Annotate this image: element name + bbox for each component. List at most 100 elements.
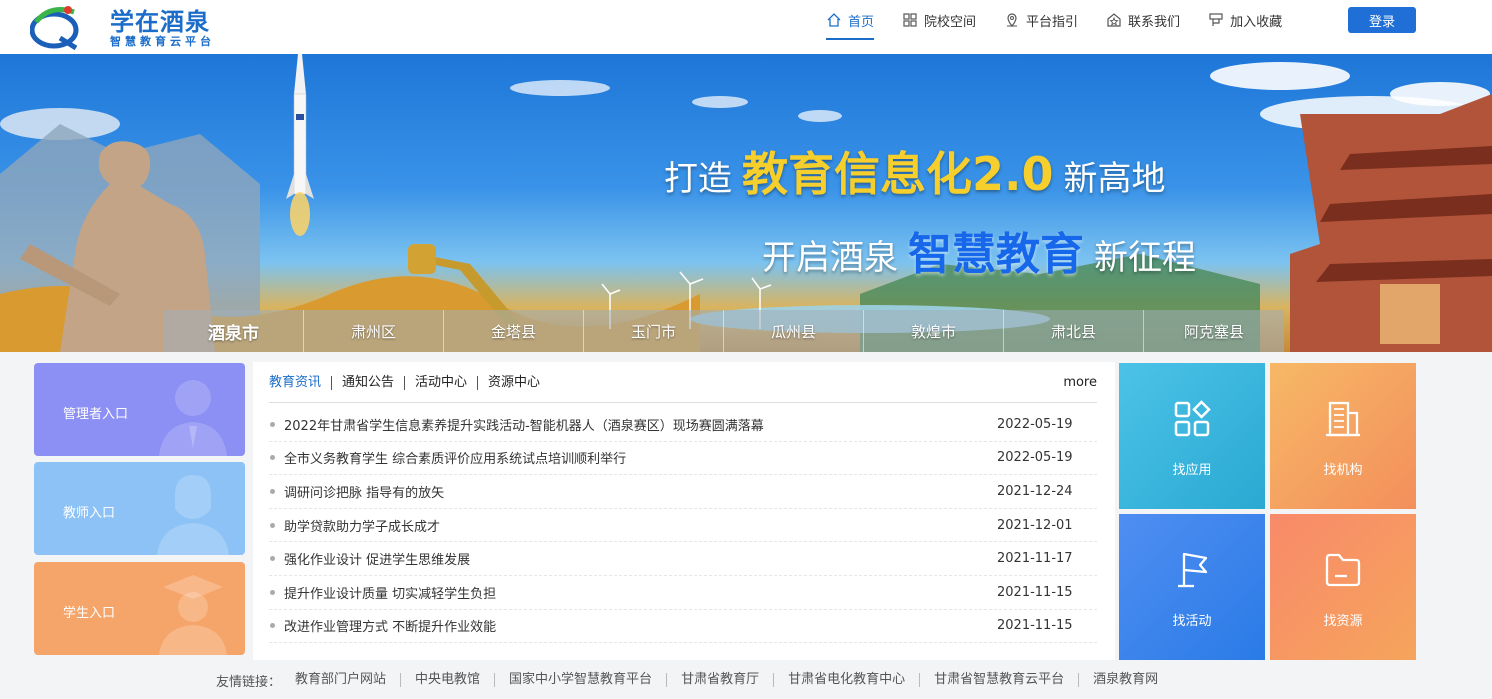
news-tabs: 教育资讯 通知公告 活动中心 资源中心 — [269, 376, 550, 390]
nav-item-label: 院校空间 — [924, 14, 977, 30]
district-subei[interactable]: 肃北县 — [1004, 310, 1144, 352]
bullet-icon — [270, 522, 275, 528]
news-item[interactable]: 2022年甘肃省学生信息素养提升实践活动-智能机器人（酒泉赛区）现场赛圆满落幕 2… — [269, 408, 1097, 442]
nav-item-contact[interactable]: 联系我们 — [1106, 2, 1180, 40]
district-bar: 酒泉市 肃州区 金塔县 玉门市 瓜州县 敦煌市 肃北县 阿克塞县 — [164, 310, 1284, 352]
manager-silhouette-icon — [159, 380, 227, 456]
news-date: 2022-05-19 — [997, 450, 1073, 466]
link-moe-portal[interactable]: 教育部门户网站 — [295, 673, 400, 687]
news-title: 2022年甘肃省学生信息素养提升实践活动-智能机器人（酒泉赛区）现场赛圆满落幕 — [284, 418, 764, 434]
tab-activity-center[interactable]: 活动中心 — [404, 376, 477, 390]
district-akesai[interactable]: 阿克塞县 — [1144, 310, 1284, 352]
flag-icon — [1178, 552, 1208, 588]
building-icon — [1326, 401, 1360, 437]
student-entry-button[interactable]: 学生入口 — [34, 562, 245, 655]
link-jiuquan-edu[interactable]: 酒泉教育网 — [1078, 673, 1172, 687]
news-item[interactable]: 提升作业设计质量 切实减轻学生负担 2021-11-15 — [269, 576, 1097, 610]
bullet-icon — [270, 455, 275, 461]
find-institution-label: 找机构 — [1323, 463, 1363, 478]
slogan1-pre: 打造 — [664, 159, 732, 199]
link-national-smart-edu[interactable]: 国家中小学智慧教育平台 — [494, 673, 666, 687]
link-gansu-edu-dept[interactable]: 甘肃省教育厅 — [666, 673, 773, 687]
banner-slogan-line1: 打造 教育信息化2.0 新高地 — [664, 138, 1166, 204]
folder-icon — [1325, 553, 1361, 587]
brand-title: 学在酒泉 — [110, 8, 210, 36]
district-jiuquan[interactable]: 酒泉市 — [164, 310, 304, 352]
slogan2-pre: 开启酒泉 — [762, 238, 898, 278]
district-suzhou[interactable]: 肃州区 — [304, 310, 444, 352]
tab-notices[interactable]: 通知公告 — [331, 376, 404, 390]
link-central-eduvision[interactable]: 中央电教馆 — [400, 673, 494, 687]
district-jinta[interactable]: 金塔县 — [444, 310, 584, 352]
nav-item-guide[interactable]: 平台指引 — [1004, 2, 1078, 40]
banner-slogan-line2: 开启酒泉 智慧教育 新征程 — [762, 218, 1196, 282]
news-date: 2021-11-15 — [997, 584, 1073, 600]
find-apps-label: 找应用 — [1172, 463, 1212, 478]
news-title: 改进作业管理方式 不断提升作业效能 — [284, 620, 497, 636]
news-title: 提升作业设计质量 切实减轻学生负担 — [284, 586, 497, 602]
nav-item-label: 首页 — [848, 14, 875, 30]
tab-resource-center[interactable]: 资源中心 — [477, 376, 550, 390]
nav-item-home[interactable]: 首页 — [826, 2, 875, 40]
bullet-icon — [270, 421, 275, 427]
news-list: 2022年甘肃省学生信息素养提升实践活动-智能机器人（酒泉赛区）现场赛圆满落幕 2… — [269, 408, 1097, 644]
location-icon — [1007, 13, 1018, 27]
district-dunhuang[interactable]: 敦煌市 — [864, 310, 1004, 352]
news-date: 2021-11-15 — [997, 618, 1073, 634]
friend-links-label: 友情链接： — [216, 674, 282, 690]
district-guazhou[interactable]: 瓜州县 — [724, 310, 864, 352]
nav-item-campus-space[interactable]: 院校空间 — [902, 2, 976, 40]
manager-entry-button[interactable]: 管理者入口 — [34, 363, 245, 456]
login-button[interactable]: 登录 — [1348, 7, 1416, 33]
news-date: 2021-11-17 — [997, 551, 1073, 567]
teacher-silhouette-icon — [157, 475, 229, 555]
brand-subtitle: 智慧教育云平台 — [110, 35, 215, 48]
bullet-icon — [270, 556, 275, 562]
grid-icon — [903, 13, 917, 27]
news-item[interactable]: 全市义务教育学生 综合素质评价应用系统试点培训顺利举行 2022-05-19 — [269, 442, 1097, 476]
news-item[interactable]: 调研问诊把脉 指导有的放矢 2021-12-24 — [269, 475, 1097, 509]
news-item[interactable]: 强化作业设计 促进学生思维发展 2021-11-17 — [269, 542, 1097, 576]
news-title: 调研问诊把脉 指导有的放矢 — [284, 485, 445, 501]
more-link[interactable]: more — [1063, 375, 1097, 390]
student-entry-label: 学生入口 — [63, 606, 116, 621]
find-institution-tile[interactable]: 找机构 — [1270, 363, 1416, 509]
nav-item-label: 平台指引 — [1026, 14, 1079, 30]
district-yumen[interactable]: 玉门市 — [584, 310, 724, 352]
apps-icon — [1174, 400, 1211, 437]
bullet-icon — [270, 488, 275, 494]
slogan1-post: 新高地 — [1063, 159, 1166, 199]
find-activity-tile[interactable]: 找活动 — [1119, 514, 1265, 660]
news-date: 2021-12-24 — [997, 483, 1073, 499]
friend-links: 友情链接： 教育部门户网站 中央电教馆 国家中小学智慧教育平台 甘肃省教育厅 甘… — [216, 670, 1172, 690]
manager-entry-label: 管理者入口 — [63, 407, 129, 422]
news-date: 2022-05-19 — [997, 416, 1073, 432]
news-item[interactable]: 改进作业管理方式 不断提升作业效能 2021-11-15 — [269, 610, 1097, 644]
nav-item-label: 加入收藏 — [1230, 14, 1283, 30]
news-panel: 教育资讯 通知公告 活动中心 资源中心 more 2022年甘肃省学生信息素养提… — [253, 362, 1115, 660]
news-title: 助学贷款助力学子成长成才 — [284, 519, 441, 535]
header: 学在酒泉 智慧教育云平台 首页 院校空间 平台指引 联系我们 加入收藏 登录 — [0, 0, 1492, 54]
find-activity-label: 找活动 — [1172, 614, 1212, 629]
find-apps-tile[interactable]: 找应用 — [1119, 363, 1265, 509]
bullet-icon — [270, 623, 275, 629]
find-resource-tile[interactable]: 找资源 — [1270, 514, 1416, 660]
teacher-entry-label: 教师入口 — [63, 506, 116, 521]
slogan2-highlight: 智慧教育 — [908, 229, 1084, 280]
tab-education-news[interactable]: 教育资讯 — [269, 376, 331, 390]
news-title: 全市义务教育学生 综合素质评价应用系统试点培训顺利举行 — [284, 452, 627, 468]
news-item[interactable]: 助学贷款助力学子成长成才 2021-12-01 — [269, 509, 1097, 543]
slogan1-highlight: 教育信息化2.0 — [742, 147, 1054, 201]
site-logo[interactable]: 学在酒泉 智慧教育云平台 — [30, 2, 230, 50]
news-date: 2021-12-01 — [997, 517, 1073, 533]
find-resource-label: 找资源 — [1323, 614, 1363, 629]
link-gansu-av-edu[interactable]: 甘肃省电化教育中心 — [773, 673, 919, 687]
link-gansu-smart-cloud[interactable]: 甘肃省智慧教育云平台 — [919, 673, 1078, 687]
slogan2-post: 新征程 — [1094, 238, 1196, 278]
star-home-icon — [1107, 13, 1121, 27]
top-nav: 首页 院校空间 平台指引 联系我们 加入收藏 — [826, 0, 1310, 54]
news-title: 强化作业设计 促进学生思维发展 — [284, 553, 471, 569]
teacher-entry-button[interactable]: 教师入口 — [34, 462, 245, 555]
bullet-icon — [270, 589, 275, 595]
nav-item-bookmark[interactable]: 加入收藏 — [1208, 2, 1282, 40]
